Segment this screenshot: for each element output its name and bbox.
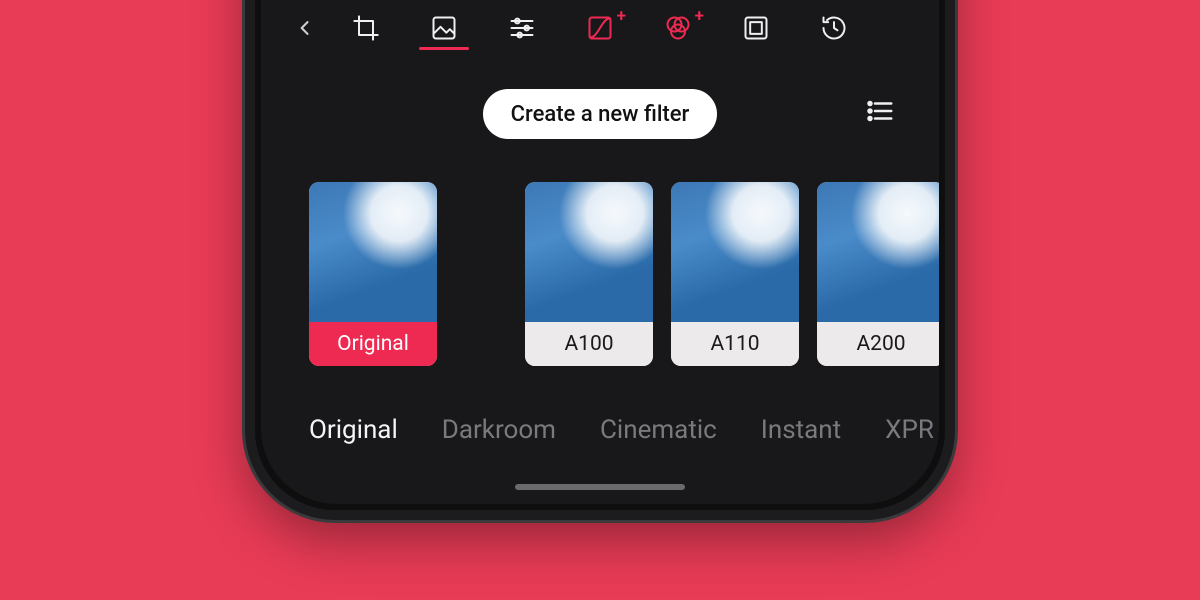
filter-preview [525, 182, 653, 322]
filter-label: A200 [817, 322, 939, 366]
filter-preview [309, 182, 437, 322]
category-original[interactable]: Original [309, 415, 398, 445]
thumb-gap [455, 182, 507, 372]
chevron-left-icon [295, 12, 315, 44]
editor-panel: + + Create a new filter [261, 2, 939, 504]
phone-frame: + + Create a new filter [245, 0, 955, 520]
editor-toolbar: + + [261, 2, 939, 54]
channels-icon [664, 14, 692, 42]
create-filter-label: Create a new filter [511, 102, 690, 127]
crop-icon [352, 14, 380, 42]
category-xpr[interactable]: XPR [885, 415, 934, 445]
picture-icon [430, 14, 458, 42]
category-darkroom[interactable]: Darkroom [442, 415, 556, 445]
plus-badge: + [617, 6, 626, 26]
create-filter-button[interactable]: Create a new filter [483, 89, 718, 139]
curves-icon [586, 14, 614, 42]
curves-tool[interactable]: + [584, 12, 616, 44]
filter-thumb-a100[interactable]: A100 [525, 182, 653, 366]
filter-label: A110 [671, 322, 799, 366]
create-filter-row: Create a new filter [261, 88, 939, 140]
filter-list-button[interactable] [865, 96, 897, 128]
frame-icon [742, 14, 770, 42]
category-cinematic[interactable]: Cinematic [600, 415, 717, 445]
phone-screen: + + Create a new filter [261, 0, 939, 504]
filter-preview [671, 182, 799, 322]
filter-thumbnails[interactable]: Original A100 A110 A200 [261, 182, 939, 372]
filter-categories[interactable]: Original Darkroom Cinematic Instant XPR [261, 408, 939, 452]
category-instant[interactable]: Instant [761, 415, 841, 445]
filter-label: A100 [525, 322, 653, 366]
history-tool[interactable] [818, 12, 850, 44]
plus-badge: + [695, 6, 704, 26]
home-indicator[interactable] [515, 484, 685, 490]
adjust-tool[interactable] [506, 12, 538, 44]
filter-preview [817, 182, 939, 322]
list-icon [865, 96, 895, 126]
filter-thumb-original[interactable]: Original [309, 182, 437, 366]
channels-tool[interactable]: + [662, 12, 694, 44]
active-tool-underline [419, 47, 469, 50]
history-icon [820, 14, 848, 42]
picture-tool[interactable] [428, 12, 460, 44]
filter-thumb-a200[interactable]: A200 [817, 182, 939, 366]
crop-tool[interactable] [350, 12, 382, 44]
back-button[interactable] [295, 2, 315, 54]
filter-label: Original [309, 322, 437, 366]
filter-thumb-a110[interactable]: A110 [671, 182, 799, 366]
sliders-icon [508, 14, 536, 42]
frame-tool[interactable] [740, 12, 772, 44]
